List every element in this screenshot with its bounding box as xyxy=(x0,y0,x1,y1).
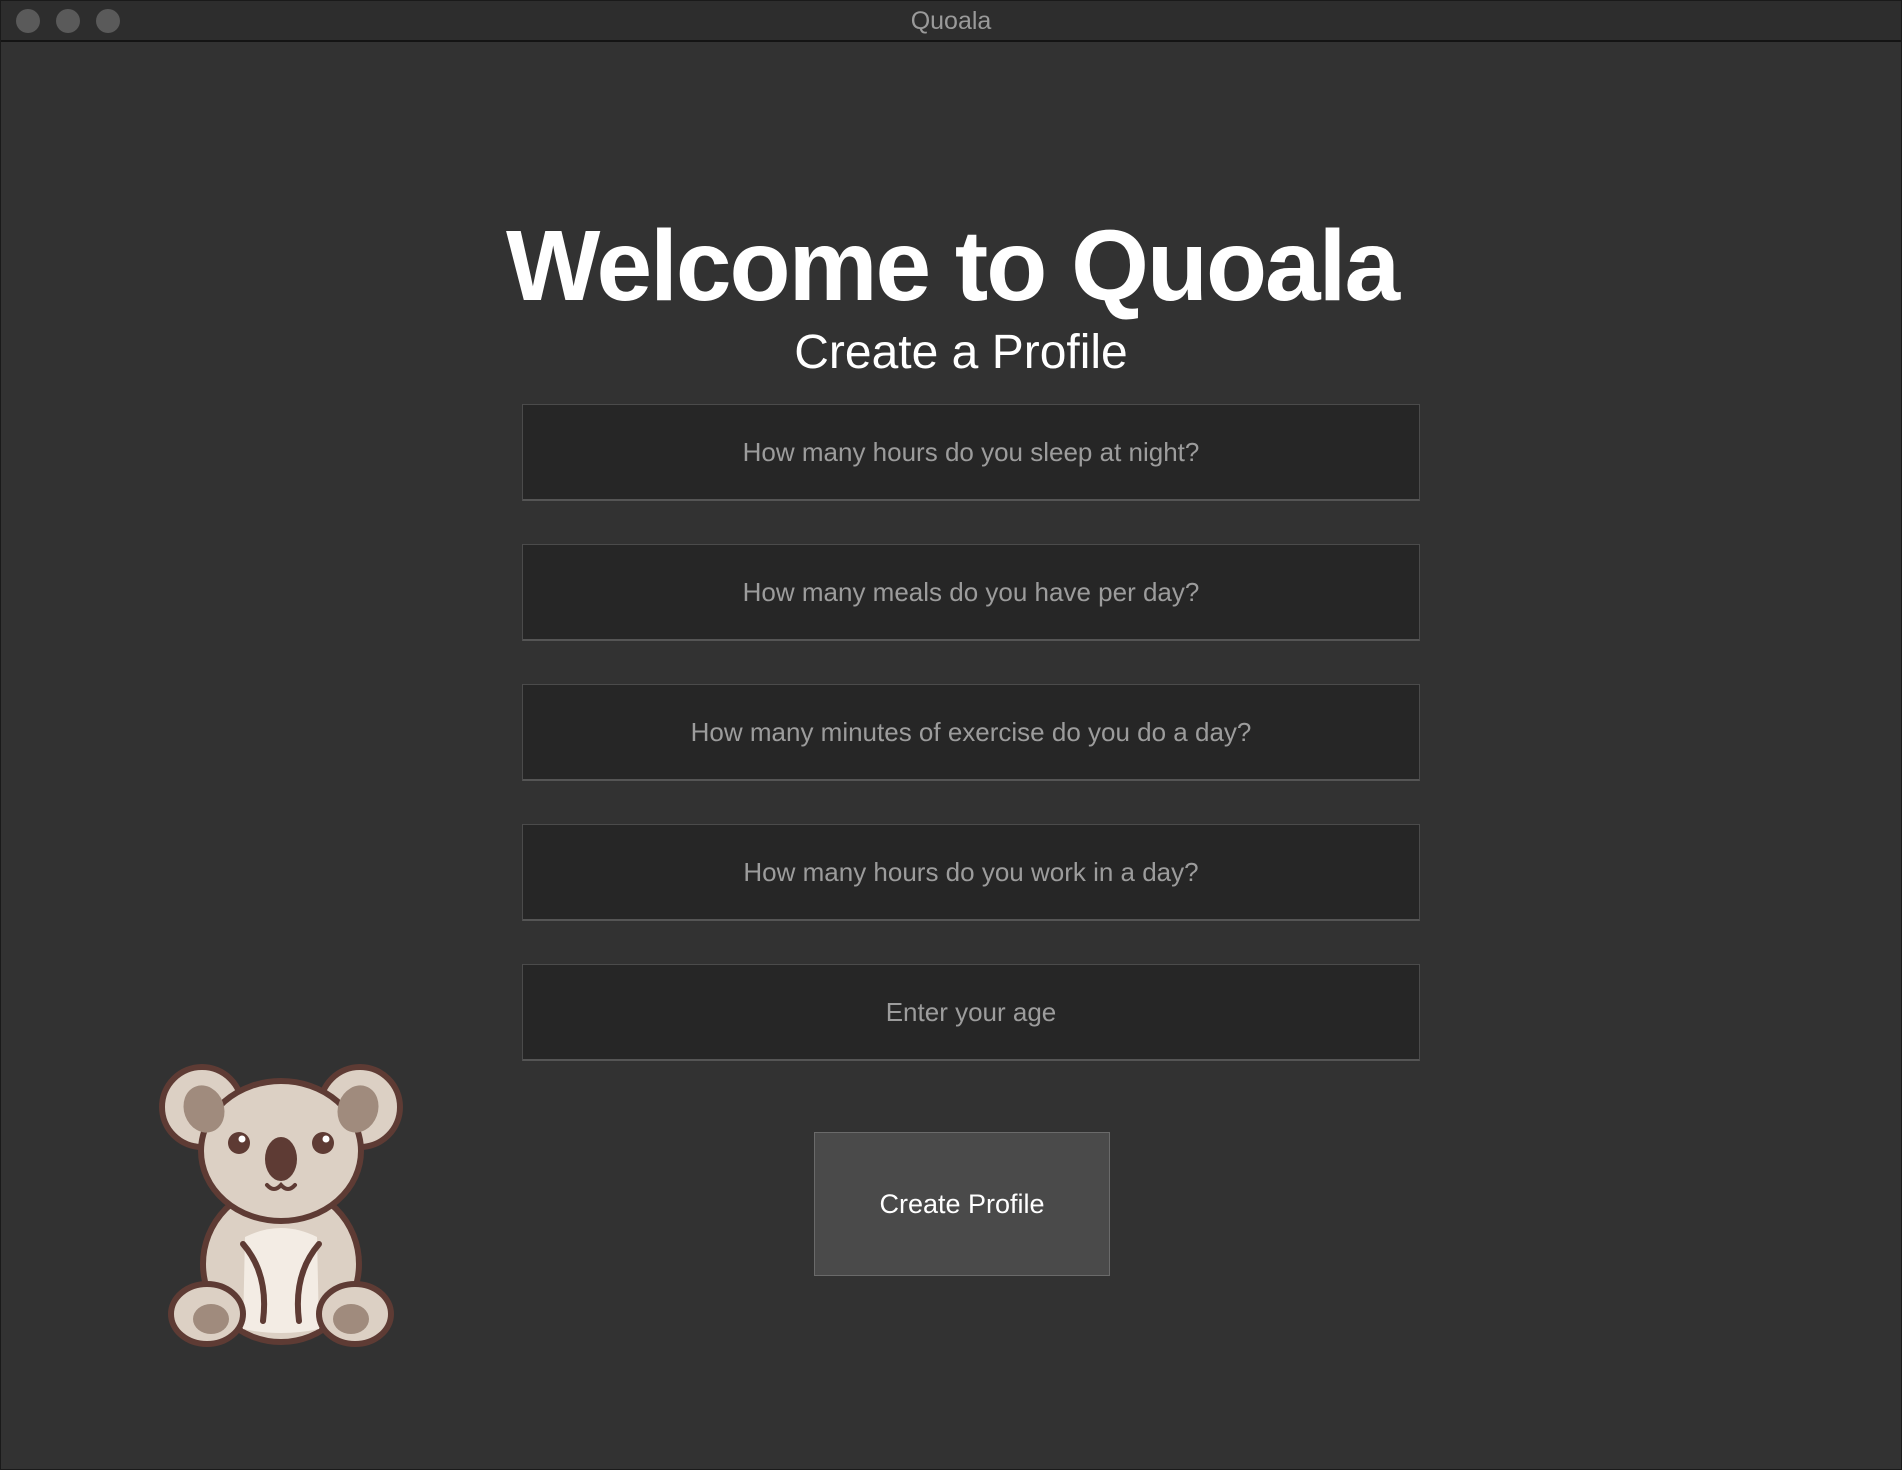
create-profile-button[interactable]: Create Profile xyxy=(814,1132,1110,1276)
window-title: Quoala xyxy=(910,7,992,35)
koala-icon xyxy=(159,1064,403,1347)
page-title: Welcome to Quoala xyxy=(505,210,1400,322)
work-hours-input[interactable] xyxy=(522,824,1420,921)
meals-per-day-input[interactable] xyxy=(522,544,1420,641)
page-subtitle: Create a Profile xyxy=(794,326,1128,379)
title-bar: Quoala xyxy=(1,1,1901,42)
exercise-minutes-input[interactable] xyxy=(522,684,1420,781)
app-window: Quoala Welcome to Quoala Create a Profil… xyxy=(0,0,1902,1470)
age-input[interactable] xyxy=(522,964,1420,1061)
sleep-hours-input[interactable] xyxy=(522,404,1420,501)
